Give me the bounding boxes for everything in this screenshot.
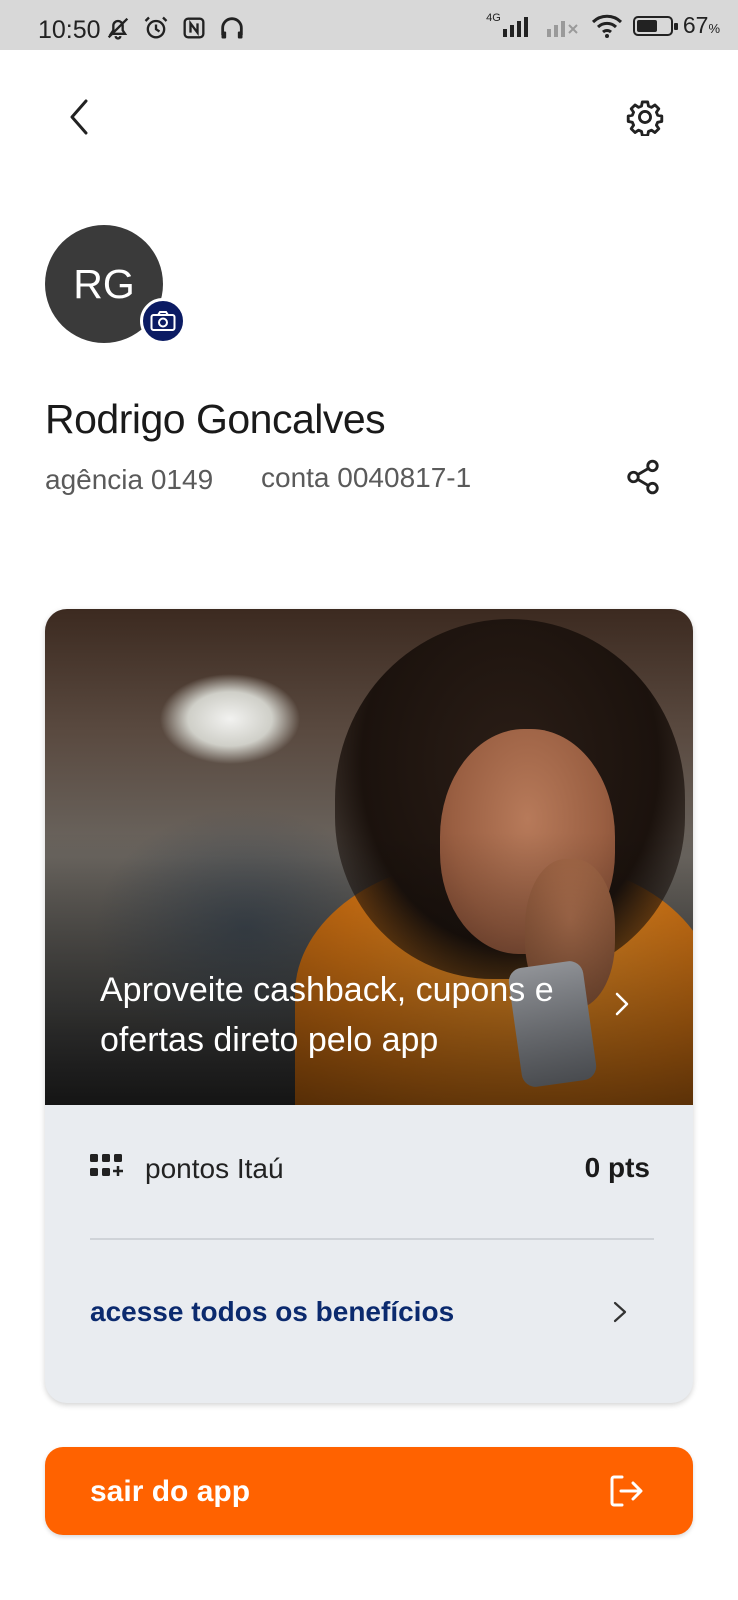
status-time: 10:50 xyxy=(38,16,101,44)
headphones-icon xyxy=(221,17,243,39)
points-grid-icon xyxy=(90,1154,123,1176)
status-bar: 10:50 4G 67% xyxy=(0,0,738,50)
account-number: conta 0040817-1 xyxy=(261,462,472,493)
battery-percentage: 67% xyxy=(682,12,720,38)
change-photo-button[interactable] xyxy=(140,298,186,344)
avatar-initials: RG xyxy=(73,260,135,307)
mute-bell-icon xyxy=(107,17,129,40)
signal-weak-icon xyxy=(546,20,578,37)
network-type: 4G xyxy=(486,11,501,24)
user-name: Rodrigo Goncalves xyxy=(45,396,386,442)
gear-icon xyxy=(626,100,664,136)
points-row: pontos Itaú 0 pts xyxy=(45,1105,693,1239)
divider xyxy=(90,1238,654,1240)
wifi-icon xyxy=(591,14,622,38)
points-label: pontos Itaú xyxy=(145,1153,284,1184)
alarm-icon xyxy=(144,16,168,39)
exit-app-button[interactable]: sair do app xyxy=(45,1447,693,1535)
battery-fill xyxy=(636,19,657,32)
settings-button[interactable] xyxy=(622,94,668,140)
all-benefits-link[interactable]: acesse todos os benefícios xyxy=(45,1241,693,1351)
exit-app-label: sair do app xyxy=(90,1475,251,1508)
status-system-icons: 4G 67% xyxy=(486,12,720,39)
chevron-right-icon xyxy=(613,1301,627,1323)
status-notification-icons xyxy=(104,14,246,42)
signal-icon xyxy=(502,16,528,37)
battery-icon xyxy=(632,15,678,36)
promo-banner[interactable]: Aproveite cashback, cupons e ofertas dir… xyxy=(45,609,693,1105)
share-icon xyxy=(627,459,659,495)
share-button[interactable] xyxy=(622,456,664,498)
all-benefits-label: acesse todos os benefícios xyxy=(90,1296,455,1327)
agency-number: agência 0149 xyxy=(45,464,214,495)
benefits-card: Aproveite cashback, cupons e ofertas dir… xyxy=(45,609,693,1403)
camera-icon xyxy=(150,311,176,331)
nfc-icon xyxy=(183,17,205,39)
logout-icon xyxy=(610,1475,643,1507)
chevron-right-icon xyxy=(615,992,629,1016)
back-button[interactable] xyxy=(56,94,102,140)
banner-text: Aproveite cashback, cupons e ofertas dir… xyxy=(100,971,554,1059)
points-value: 0 pts xyxy=(584,1152,650,1183)
chevron-left-icon xyxy=(70,99,88,135)
